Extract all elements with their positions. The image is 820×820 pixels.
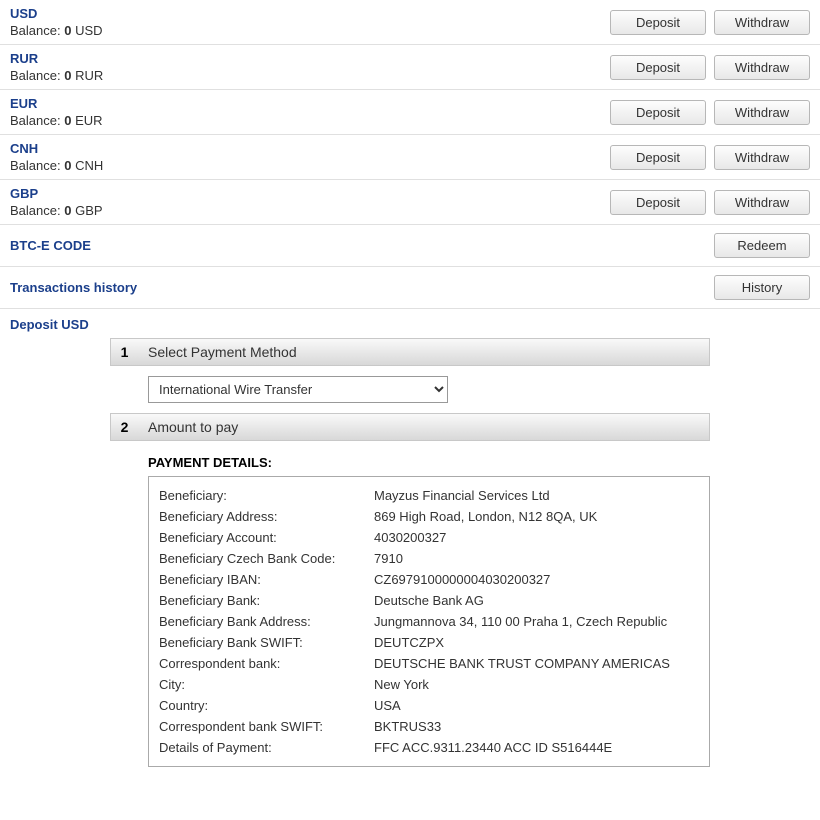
step-2: 2 Amount to pay xyxy=(110,413,710,441)
currency-balance: Balance: 0 EUR xyxy=(10,113,103,128)
withdraw-button[interactable]: Withdraw xyxy=(714,10,810,35)
detail-value: USA xyxy=(374,698,699,713)
currency-code: USD xyxy=(10,6,103,21)
withdraw-button[interactable]: Withdraw xyxy=(714,100,810,125)
detail-value: 869 High Road, London, N12 8QA, UK xyxy=(374,509,699,524)
detail-value: 7910 xyxy=(374,551,699,566)
detail-label: Details of Payment: xyxy=(159,740,374,755)
detail-row: Correspondent bank: DEUTSCHE BANK TRUST … xyxy=(159,653,699,674)
detail-value: Jungmannova 34, 110 00 Praha 1, Czech Re… xyxy=(374,614,699,629)
currency-balance: Balance: 0 USD xyxy=(10,23,103,38)
transactions-history-title: Transactions history xyxy=(10,280,137,295)
detail-row: Beneficiary Bank Address: Jungmannova 34… xyxy=(159,611,699,632)
withdraw-button[interactable]: Withdraw xyxy=(714,190,810,215)
detail-label: Beneficiary Address: xyxy=(159,509,374,524)
detail-row: Beneficiary Czech Bank Code: 7910 xyxy=(159,548,699,569)
currency-row-rur: RUR Balance: 0 RUR Deposit Withdraw xyxy=(0,45,820,90)
detail-label: Country: xyxy=(159,698,374,713)
detail-label: Beneficiary: xyxy=(159,488,374,503)
currency-balance: Balance: 0 CNH xyxy=(10,158,103,173)
currency-row-gbp: GBP Balance: 0 GBP Deposit Withdraw xyxy=(0,180,820,225)
detail-label: City: xyxy=(159,677,374,692)
deposit-button[interactable]: Deposit xyxy=(610,145,706,170)
detail-label: Beneficiary Czech Bank Code: xyxy=(159,551,374,566)
history-button[interactable]: History xyxy=(714,275,810,300)
payment-details-box: Beneficiary: Mayzus Financial Services L… xyxy=(148,476,710,767)
btce-code-section: BTC-E CODE Redeem xyxy=(0,225,820,267)
withdraw-button[interactable]: Withdraw xyxy=(714,145,810,170)
step-1-label: Select Payment Method xyxy=(138,338,710,366)
deposit-button[interactable]: Deposit xyxy=(610,55,706,80)
deposit-button[interactable]: Deposit xyxy=(610,190,706,215)
detail-value: New York xyxy=(374,677,699,692)
detail-label: Beneficiary Bank: xyxy=(159,593,374,608)
detail-row: Details of Payment: FFC ACC.9311.23440 A… xyxy=(159,737,699,758)
detail-value: Mayzus Financial Services Ltd xyxy=(374,488,699,503)
detail-label: Beneficiary Bank SWIFT: xyxy=(159,635,374,650)
detail-value: 4030200327 xyxy=(374,530,699,545)
detail-row: Beneficiary IBAN: CZ69791000000040302003… xyxy=(159,569,699,590)
detail-value: FFC ACC.9311.23440 ACC ID S516444E xyxy=(374,740,699,755)
currency-code: GBP xyxy=(10,186,103,201)
detail-row: Country: USA xyxy=(159,695,699,716)
detail-label: Correspondent bank: xyxy=(159,656,374,671)
withdraw-button[interactable]: Withdraw xyxy=(714,55,810,80)
step-1-content: International Wire Transfer xyxy=(110,366,710,413)
step-1-number: 1 xyxy=(110,338,138,366)
detail-value: BKTRUS33 xyxy=(374,719,699,734)
detail-row: Beneficiary Bank SWIFT: DEUTCZPX xyxy=(159,632,699,653)
detail-row: Correspondent bank SWIFT: BKTRUS33 xyxy=(159,716,699,737)
detail-row: Beneficiary Bank: Deutsche Bank AG xyxy=(159,590,699,611)
deposit-button[interactable]: Deposit xyxy=(610,10,706,35)
currency-balance: Balance: 0 GBP xyxy=(10,203,103,218)
detail-row: Beneficiary Address: 869 High Road, Lond… xyxy=(159,506,699,527)
payment-method-select[interactable]: International Wire Transfer xyxy=(148,376,448,403)
step-2-label: Amount to pay xyxy=(138,413,710,441)
detail-row: City: New York xyxy=(159,674,699,695)
currency-code: RUR xyxy=(10,51,103,66)
payment-details-title: PAYMENT DETAILS: xyxy=(110,441,710,476)
step-2-number: 2 xyxy=(110,413,138,441)
transactions-history-section: Transactions history History xyxy=(0,267,820,309)
currency-code: CNH xyxy=(10,141,103,156)
currency-row-eur: EUR Balance: 0 EUR Deposit Withdraw xyxy=(0,90,820,135)
currency-balance: Balance: 0 RUR xyxy=(10,68,103,83)
detail-value: Deutsche Bank AG xyxy=(374,593,699,608)
detail-label: Beneficiary Account: xyxy=(159,530,374,545)
detail-row: Beneficiary Account: 4030200327 xyxy=(159,527,699,548)
detail-value: CZ6979100000004030200327 xyxy=(374,572,699,587)
detail-label: Beneficiary Bank Address: xyxy=(159,614,374,629)
deposit-steps: 1 Select Payment Method International Wi… xyxy=(110,338,710,767)
currency-row-cnh: CNH Balance: 0 CNH Deposit Withdraw xyxy=(0,135,820,180)
detail-label: Beneficiary IBAN: xyxy=(159,572,374,587)
currency-row-usd: USD Balance: 0 USD Deposit Withdraw xyxy=(0,0,820,45)
detail-value: DEUTCZPX xyxy=(374,635,699,650)
redeem-button[interactable]: Redeem xyxy=(714,233,810,258)
step-1: 1 Select Payment Method xyxy=(110,338,710,366)
detail-label: Correspondent bank SWIFT: xyxy=(159,719,374,734)
deposit-button[interactable]: Deposit xyxy=(610,100,706,125)
detail-row: Beneficiary: Mayzus Financial Services L… xyxy=(159,485,699,506)
deposit-section-title: Deposit USD xyxy=(0,309,820,338)
detail-value: DEUTSCHE BANK TRUST COMPANY AMERICAS xyxy=(374,656,699,671)
btce-code-title: BTC-E CODE xyxy=(10,238,91,253)
currency-code: EUR xyxy=(10,96,103,111)
